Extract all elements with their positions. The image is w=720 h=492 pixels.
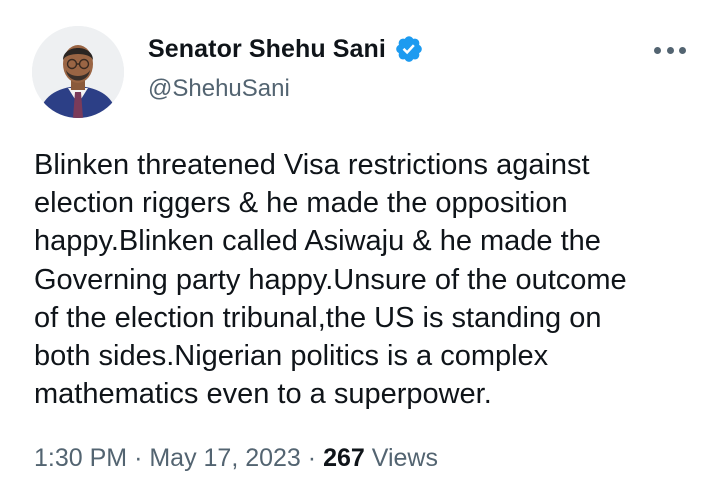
tweet-time[interactable]: 1:30 PM <box>34 444 127 472</box>
author-name-row: Senator Shehu Sani <box>148 34 424 64</box>
tweet-card: Senator Shehu Sani @ShehuSani Blinken th… <box>0 0 720 492</box>
meta-separator: · <box>134 444 143 472</box>
more-dot <box>666 46 674 54</box>
avatar[interactable] <box>32 26 124 118</box>
tweet-meta: 1:30 PM · May 17, 2023 · 267 Views <box>34 444 438 473</box>
author-handle[interactable]: @ShehuSani <box>148 75 290 103</box>
views-label: Views <box>371 444 438 472</box>
views-count: 267 <box>323 444 365 472</box>
more-dot <box>679 46 686 54</box>
tweet-date[interactable]: May 17, 2023 <box>149 444 301 472</box>
more-options-icon[interactable] <box>650 36 690 64</box>
verified-badge-icon <box>396 36 422 62</box>
meta-separator: · <box>307 444 317 472</box>
more-dot <box>654 46 661 54</box>
author-display-name[interactable]: Senator Shehu Sani <box>148 35 386 64</box>
profile-photo <box>32 26 124 118</box>
tweet-text: Blinken threatened Visa restrictions aga… <box>34 149 627 411</box>
